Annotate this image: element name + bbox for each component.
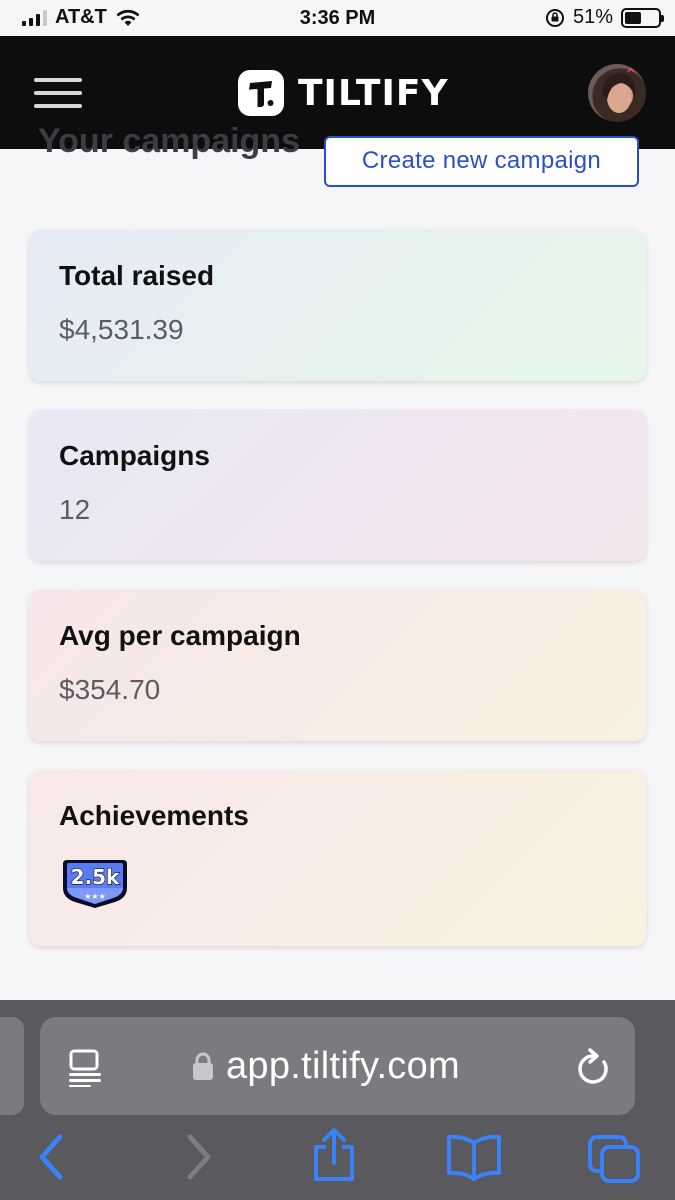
card-title: Avg per campaign <box>59 620 301 651</box>
browser-bottom-bar: app.tiltify.com <box>0 1000 675 1200</box>
achievements-card: Achievements 2.5k ★★★ <box>29 770 646 946</box>
tabs-icon[interactable] <box>586 1133 642 1185</box>
page-title: Your campaigns <box>38 122 300 160</box>
card-title: Total raised <box>59 260 215 291</box>
reader-mode-icon[interactable] <box>68 1049 102 1087</box>
battery-percent: 51% <box>572 6 613 28</box>
brand-logo[interactable]: TILTIFY <box>238 70 449 116</box>
address-bar[interactable]: app.tiltify.com <box>40 1017 635 1115</box>
avg-per-campaign-card: Avg per campaign $354.70 <box>29 590 646 741</box>
url-text[interactable]: app.tiltify.com <box>226 1045 460 1088</box>
reload-icon[interactable] <box>576 1048 612 1086</box>
share-icon[interactable] <box>310 1127 358 1183</box>
status-right: 51% <box>545 6 664 29</box>
lock-icon <box>193 1052 213 1080</box>
card-title: Campaigns <box>59 440 210 471</box>
card-value: 12 <box>59 494 91 525</box>
total-raised-card: Total raised $4,531.39 <box>29 230 646 381</box>
card-value: $4,531.39 <box>59 314 184 345</box>
card-title: Achievements <box>59 800 249 831</box>
forward-chevron-icon[interactable] <box>184 1133 214 1181</box>
browser-toolbar <box>0 1125 675 1200</box>
achievement-badge-icon[interactable]: 2.5k ★★★ <box>59 858 131 910</box>
brand-name: TILTIFY <box>298 72 449 114</box>
back-chevron-icon[interactable] <box>36 1133 66 1181</box>
status-bar: AT&T 3:36 PM 51% <box>0 0 675 36</box>
svg-text:★★★: ★★★ <box>84 892 106 901</box>
create-campaign-button[interactable]: Create new campaign <box>324 136 639 187</box>
bookmarks-icon[interactable] <box>446 1133 502 1181</box>
battery-icon <box>621 7 664 28</box>
tiltify-logo-icon <box>238 70 284 116</box>
campaigns-card: Campaigns 12 <box>29 410 646 561</box>
hamburger-menu-icon[interactable] <box>34 78 82 108</box>
previous-tab-preview[interactable] <box>0 1017 24 1115</box>
badge-text: 2.5k <box>71 865 120 889</box>
card-value: $354.70 <box>59 674 161 705</box>
orientation-lock-icon <box>545 8 564 27</box>
user-avatar[interactable] <box>588 64 646 122</box>
